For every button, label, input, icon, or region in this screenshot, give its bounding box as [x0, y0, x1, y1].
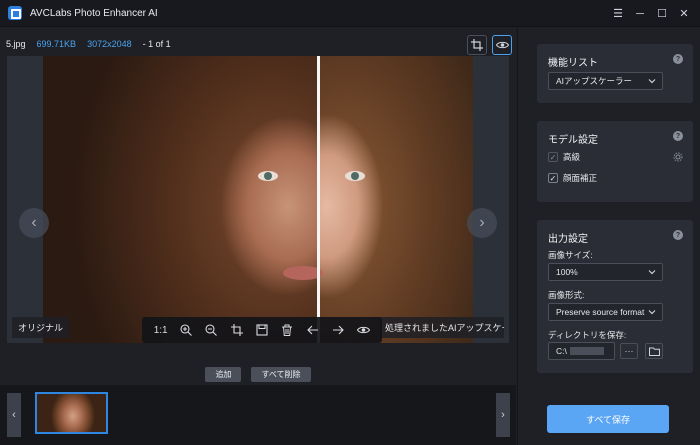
- settings-panel: 機能リスト ? AIアップスケーラー モデル設定 ? ✓ 高級 ✓ 顔面補正 出…: [517, 27, 700, 445]
- strip-next-button[interactable]: ›: [496, 393, 510, 437]
- image-size-select[interactable]: 100%: [548, 263, 663, 281]
- compare-preview-button[interactable]: [355, 322, 371, 338]
- eye-icon: [356, 326, 370, 334]
- delete-image-button[interactable]: [279, 322, 295, 338]
- image-size-value: 100%: [556, 267, 578, 277]
- browse-directory-button[interactable]: ···: [620, 343, 638, 359]
- crop-tool-button[interactable]: [229, 322, 245, 338]
- viewer-top-actions: [462, 35, 512, 55]
- maximize-button[interactable]: ☐: [652, 7, 672, 20]
- save-directory-field[interactable]: C:\: [548, 342, 615, 360]
- photo-eye-right: [345, 171, 365, 181]
- enhanced-label: 処理されましたAIアップスケーラー: [379, 317, 504, 338]
- strip-prev-button[interactable]: ‹: [7, 393, 21, 437]
- arrow-right-icon: [332, 325, 344, 335]
- viewer-toolbar: 1:1: [142, 317, 382, 343]
- model-settings-card: モデル設定 ? ✓ 高級 ✓ 顔面補正: [537, 121, 693, 202]
- open-folder-button[interactable]: [645, 343, 663, 359]
- original-label: オリジナル: [12, 317, 70, 338]
- output-settings-title: 出力設定: [548, 234, 588, 245]
- more-icon: ···: [624, 346, 634, 356]
- crop-icon: [230, 324, 243, 336]
- next-arrow-button[interactable]: [330, 322, 346, 338]
- delete-all-button[interactable]: すべて削除: [251, 367, 311, 382]
- comparison-slider-handle[interactable]: [317, 56, 320, 343]
- chevron-left-icon: ‹: [12, 409, 16, 421]
- output-settings-card: 出力設定 ? 画像サイズ: 100% 画像形式: Preserve source…: [537, 220, 693, 373]
- trash-icon: [282, 324, 293, 336]
- option-label: 高級: [563, 152, 581, 162]
- menu-icon[interactable]: ☰: [608, 7, 628, 20]
- redacted-path: [569, 347, 604, 355]
- chevron-left-icon: ‹: [31, 214, 37, 231]
- window-controls: ☰ ─ ☐ ✕: [606, 0, 694, 27]
- help-icon[interactable]: ?: [673, 54, 683, 64]
- help-icon[interactable]: ?: [673, 131, 683, 141]
- save-image-button[interactable]: [254, 322, 270, 338]
- folder-icon: [648, 347, 660, 356]
- chevron-right-icon: ›: [501, 409, 505, 421]
- help-icon[interactable]: ?: [673, 230, 683, 240]
- zoom-out-button[interactable]: [203, 322, 219, 338]
- save-directory-label: ディレクトリを保存:: [548, 330, 627, 340]
- file-size: 699.71KB: [36, 39, 77, 49]
- zoom-out-icon: [205, 324, 218, 336]
- function-select[interactable]: AIアップスケーラー: [548, 72, 663, 90]
- thumbnail-strip: ‹ ›: [0, 385, 516, 445]
- chevron-down-icon: [648, 270, 656, 275]
- file-name: 5.jpg: [6, 39, 26, 49]
- enhanced-image: [317, 56, 473, 343]
- save-all-button[interactable]: すべて保存: [547, 405, 669, 433]
- add-button[interactable]: 追加: [205, 367, 242, 382]
- zoom-in-button[interactable]: [178, 322, 194, 338]
- previous-arrow-button[interactable]: [305, 322, 321, 338]
- file-position: - 1 of 1: [142, 39, 171, 49]
- preview-toggle-button[interactable]: [492, 35, 512, 55]
- photo-eye-left: [258, 171, 278, 181]
- arrow-left-icon: [306, 325, 318, 335]
- function-list-card: 機能リスト ? AIアップスケーラー: [537, 44, 693, 103]
- save-directory-value: C:\: [556, 346, 567, 356]
- checkbox[interactable]: ✓: [548, 152, 558, 162]
- crop-button[interactable]: [467, 35, 487, 55]
- minimize-button[interactable]: ─: [630, 8, 650, 20]
- chevron-right-icon: ›: [479, 214, 485, 231]
- file-info-bar: 5.jpg 699.71KB 3072x2048 - 1 of 1: [6, 37, 182, 51]
- app-title: AVCLabs Photo Enhancer AI: [30, 7, 158, 19]
- image-format-label: 画像形式:: [548, 290, 585, 300]
- actual-size-button[interactable]: 1:1: [153, 322, 169, 338]
- thumbnail-item[interactable]: [35, 392, 108, 434]
- close-button[interactable]: ✕: [674, 7, 694, 20]
- model-settings-title: モデル設定: [548, 135, 598, 146]
- option-label: 顔面補正: [563, 173, 598, 183]
- save-icon: [256, 324, 268, 336]
- title-bar: AVCLabs Photo Enhancer AI ☰ ─ ☐ ✕: [0, 0, 700, 27]
- file-actions: 追加 すべて削除: [0, 367, 516, 382]
- checkbox[interactable]: ✓: [548, 173, 558, 183]
- chevron-down-icon: [647, 307, 657, 317]
- original-image: [43, 56, 317, 343]
- image-format-select[interactable]: Preserve source format: [548, 303, 663, 321]
- previous-image-button[interactable]: ‹: [19, 208, 49, 238]
- option-face-correction[interactable]: ✓ 顔面補正: [548, 172, 597, 184]
- workspace: 5.jpg 699.71KB 3072x2048 - 1 of 1 ‹ › オリ…: [0, 27, 516, 445]
- chevron-down-icon: [648, 79, 656, 84]
- next-image-button[interactable]: ›: [467, 208, 497, 238]
- comparison-photo: [43, 56, 473, 343]
- function-select-value: AIアップスケーラー: [556, 76, 633, 86]
- option-advanced[interactable]: ✓ 高級: [548, 151, 580, 163]
- image-size-label: 画像サイズ:: [548, 250, 593, 260]
- function-list-title: 機能リスト: [548, 58, 598, 69]
- app-logo-icon: [8, 6, 22, 20]
- eye-icon: [495, 41, 509, 49]
- image-format-value: Preserve source format: [556, 307, 645, 317]
- image-viewer[interactable]: ‹ › オリジナル 処理されましたAIアップスケーラー 1:1: [7, 56, 509, 343]
- settings-gear-icon[interactable]: [673, 152, 683, 162]
- file-resolution: 3072x2048: [87, 39, 132, 49]
- crop-icon: [471, 39, 483, 51]
- zoom-in-icon: [180, 324, 192, 336]
